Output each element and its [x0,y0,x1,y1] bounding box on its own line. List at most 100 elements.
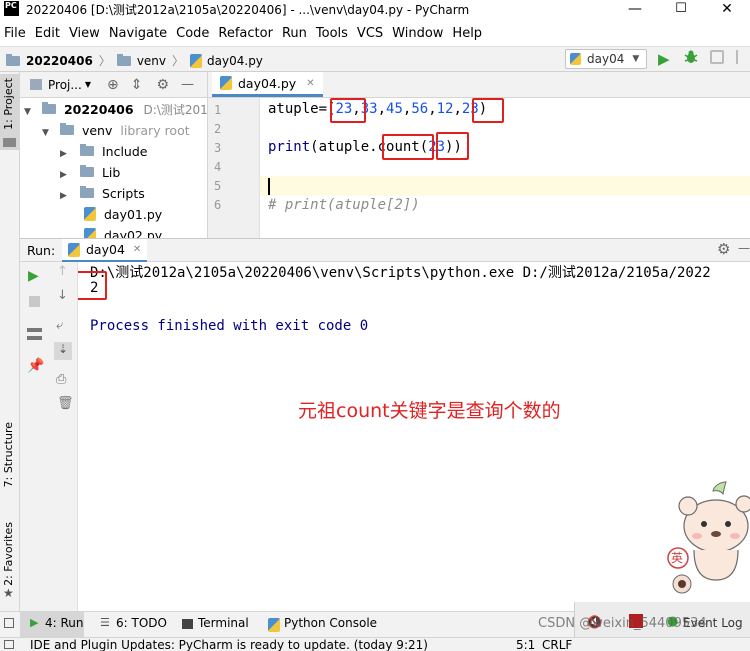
hide-panel-icon[interactable]: — [738,241,750,255]
coverage-icon[interactable] [710,50,724,64]
bottom-tab-run[interactable]: ▶ 4: Run [20,612,84,637]
library-root-hint: library root [120,123,190,138]
pin-tab-icon[interactable]: 📌 [27,358,44,374]
text-cursor [268,178,270,195]
chevron-down-icon: ▼ [24,107,31,117]
profiler-icon[interactable] [736,50,746,64]
tool-window-toggle-icon[interactable] [4,618,14,628]
gear-icon[interactable]: ⚙ [156,77,169,93]
run-label: Run: [27,243,56,258]
breadcrumb-file[interactable]: day04.py [207,54,263,68]
tree-item-label: Lib [101,165,121,180]
run-config-dropdown[interactable]: day04 ▼ [565,49,647,69]
breadcrumb-project[interactable]: 20220406 [26,54,93,68]
rerun-icon[interactable]: ▶ [28,268,39,284]
tree-item-include[interactable]: ▶ Include [60,141,147,162]
menu-code[interactable]: Code [176,26,209,41]
code-token: , [377,101,387,117]
project-panel-title[interactable]: Proj... [48,78,82,92]
tree-item-lib[interactable]: ▶ Lib [60,162,120,183]
navigation-bar: 20220406 〉 venv 〉 day04.py day04 ▼ ▶ [0,46,750,72]
bottom-tab-python-console[interactable]: Python Console [266,612,377,637]
run-tab-day04[interactable]: day04 ✕ [62,239,148,262]
code-editor[interactable]: 1 2 3 4 5 6 atuple=(23,33,45,56,12,23) p… [208,98,750,238]
menu-tools[interactable]: Tools [316,26,348,41]
python-console-icon [268,618,280,632]
highlight-box [472,98,504,123]
bottom-tab-todo[interactable]: ☰ 6: TODO [98,612,168,637]
menu-vcs[interactable]: VCS [357,26,383,41]
close-tab-icon[interactable]: ✕ [306,78,314,89]
folder-icon [6,53,20,66]
gear-icon[interactable]: ⚙ [717,240,730,258]
menu-edit[interactable]: Edit [35,26,60,41]
status-message[interactable]: IDE and Plugin Updates: PyCharm is ready… [30,638,428,651]
menu-run[interactable]: Run [282,26,307,41]
menu-refactor[interactable]: Refactor [218,26,273,41]
hide-panel-icon[interactable]: — [181,77,194,92]
structure-tool-tab[interactable]: 7: Structure [0,422,20,512]
line-ending[interactable]: CRLF [542,638,572,651]
bottom-tab-label: 6: TODO [116,616,167,630]
run-tab-label: day04 [86,242,125,257]
tree-item-day01[interactable]: day01.py [84,204,162,225]
scroll-to-end-icon[interactable]: ⇣ [54,342,72,360]
line-number: 1 [214,103,222,117]
debug-bug-icon[interactable] [683,49,699,65]
maximize-button[interactable]: ☐ [658,0,704,20]
python-file-icon [84,207,96,221]
chevron-down-icon: ▼ [632,54,640,64]
bottom-tab-terminal[interactable]: Terminal [180,612,254,637]
code-line-6: # print(atuple[2]) [268,197,420,213]
minimize-button[interactable]: — [612,0,658,20]
editor-tab-day04[interactable]: day04.py ✕ [212,72,323,97]
close-button[interactable]: ✕ [704,0,750,20]
left-tool-stripe: 1: Project 7: Structure 2: Favorites ★ [0,72,20,611]
line-number: 3 [214,141,222,155]
tree-root[interactable]: ▼ 20220406 D:\测试2012a\2 [24,99,207,120]
menu-view[interactable]: View [69,26,100,41]
breadcrumb-folder[interactable]: venv [137,54,166,68]
tool-windows-icon[interactable] [4,640,14,649]
project-view-icon [30,79,42,90]
folder-icon [79,165,94,177]
current-line-highlight [260,176,750,196]
tree-item-venv[interactable]: ▼ venv library root [42,120,190,141]
project-tool-tab-label: 1: Project [2,78,15,130]
code-number: 45 [386,101,403,117]
editor-tab-bar: day04.py ✕ [208,72,750,98]
trash-icon[interactable]: 🗑 [57,396,74,411]
menu-window[interactable]: Window [392,26,443,41]
soft-wrap-icon[interactable]: ⤶ [56,318,63,333]
bottom-tool-tabs: ▶ 4: Run ☰ 6: TODO Terminal Python Conso… [0,602,750,638]
folder-icon [3,138,16,147]
menu-navigate[interactable]: Navigate [109,26,167,41]
breadcrumb-separator-icon: 〉 [172,54,185,68]
locate-target-icon[interactable]: ⊕ [107,77,119,93]
caret-position[interactable]: 5:1 [516,638,535,651]
tree-item-day02[interactable]: day02.py [84,225,162,238]
tree-item-scripts[interactable]: ▶ Scripts [60,183,145,204]
run-icon[interactable]: ▶ [658,50,670,68]
favorites-tool-tab-label: 2: Favorites [2,522,15,586]
highlight-box [382,134,434,160]
close-tab-icon[interactable]: ✕ [133,244,141,255]
todo-list-icon: ☰ [100,616,110,629]
python-file-icon [68,242,80,257]
collapse-all-icon[interactable]: ⇕ [131,77,143,93]
print-icon[interactable]: ⎙ [56,372,66,387]
code-token: , [428,101,437,117]
menu-help[interactable]: Help [452,26,482,41]
tree-item-label: venv [81,123,113,138]
arrow-down-icon[interactable]: ↓ [57,288,68,303]
menu-file[interactable]: File [4,26,26,41]
run-console[interactable]: D:\测试2012a\2105a\20220406\venv\Scripts\p… [78,262,750,611]
python-file-icon [570,53,581,65]
arrow-up-icon[interactable]: ↑ [57,264,68,279]
title-bar: PC 20220406 [D:\测试2012a\2105a\20220406] … [0,0,750,20]
star-icon: ★ [3,586,14,600]
stop-icon[interactable] [29,296,40,307]
restore-layout-icon[interactable] [27,328,42,340]
chevron-down-icon[interactable]: ▼ [85,80,91,89]
favorites-tool-tab[interactable]: 2: Favorites ★ [0,522,20,602]
